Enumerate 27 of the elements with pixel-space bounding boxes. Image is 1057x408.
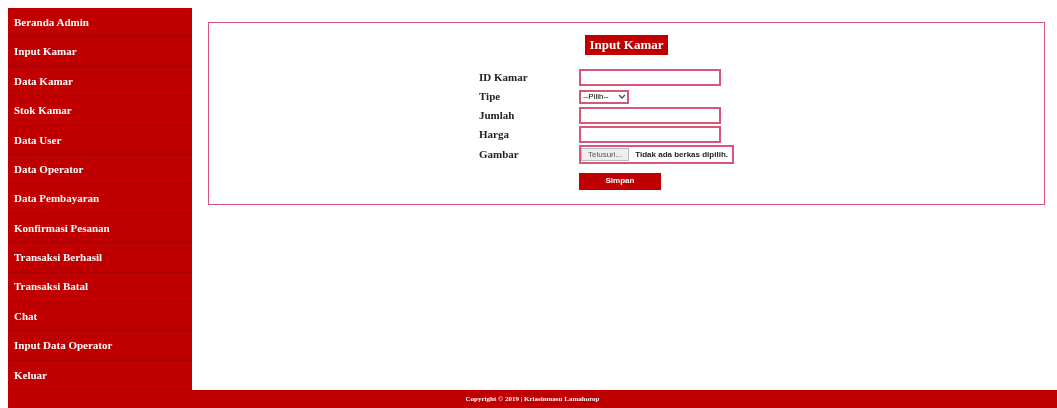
- sidebar-item[interactable]: Data User: [8, 125, 192, 155]
- type-dropdown[interactable]: --Pilih--: [579, 89, 629, 104]
- sidebar-item[interactable]: Data Kamar: [8, 66, 192, 97]
- input-field[interactable]: [579, 107, 721, 124]
- field-label: Tipe: [479, 89, 502, 104]
- sidebar-item[interactable]: Stok Kamar: [8, 96, 192, 126]
- sidebar-item[interactable]: Input Kamar: [8, 37, 192, 67]
- file-status-text: Tidak ada berkas dipilih.: [635, 148, 728, 161]
- field-label: Harga: [479, 127, 510, 142]
- file-field[interactable]: Telusuri... Tidak ada berkas dipilih.: [579, 145, 734, 164]
- input-field[interactable]: [579, 126, 721, 143]
- save-button[interactable]: Simpan: [579, 172, 661, 190]
- browse-button[interactable]: Telusuri...: [581, 148, 630, 161]
- sidebar-item[interactable]: Data Pembayaran: [8, 184, 192, 214]
- input-field[interactable]: [579, 69, 721, 86]
- form-title: Input Kamar: [585, 35, 668, 55]
- sidebar-item[interactable]: Chat: [8, 301, 192, 332]
- sidebar-item[interactable]: Transaksi Batal: [8, 272, 192, 302]
- sidebar-item[interactable]: Beranda Admin: [8, 8, 192, 38]
- field-label: Gambar: [479, 147, 520, 162]
- sidebar-item[interactable]: Data Operator: [8, 154, 192, 185]
- field-label: Jumlah: [479, 108, 516, 123]
- field-label: ID Kamar: [479, 70, 529, 85]
- sidebar-item[interactable]: Transaksi Berhasil: [8, 243, 192, 273]
- sidebar-item[interactable]: Konfirmasi Pesanan: [8, 213, 192, 244]
- sidebar-item[interactable]: Input Data Operator: [8, 331, 192, 361]
- chevron-down-icon: [618, 93, 626, 100]
